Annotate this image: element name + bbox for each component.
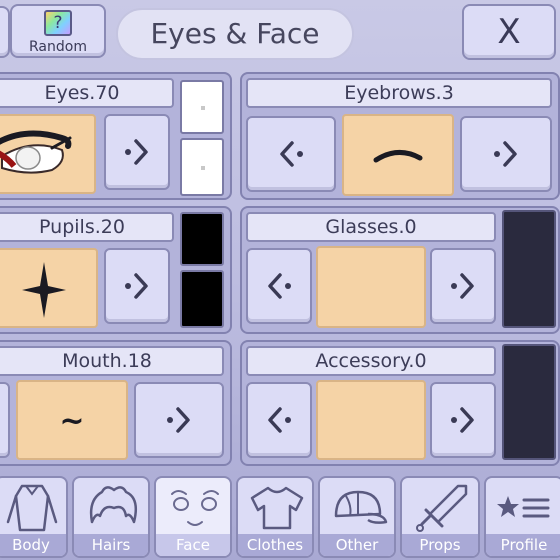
chevron-right-icon	[167, 407, 190, 433]
glasses-title: Glasses.0	[246, 212, 496, 242]
chevron-left-icon	[268, 407, 291, 433]
eyebrows-title: Eyebrows.3	[246, 78, 552, 108]
chevron-right-icon	[125, 273, 148, 299]
mouth-icon: ~	[59, 404, 85, 439]
chevron-right-icon	[451, 273, 474, 299]
chevron-left-icon	[280, 141, 303, 167]
mouth-prev-button-partial[interactable]	[0, 382, 10, 458]
glasses-color-swatch[interactable]	[502, 210, 556, 328]
tab-props[interactable]: Props	[400, 476, 480, 558]
close-button[interactable]: X	[462, 4, 556, 60]
chevron-right-icon	[125, 139, 148, 165]
tab-hairs[interactable]: Hairs	[72, 476, 150, 558]
star-pupil-icon	[22, 262, 66, 318]
tab-label: Hairs	[74, 534, 148, 556]
accessory-preview[interactable]	[316, 380, 426, 460]
eye-icon	[0, 130, 72, 174]
random-button[interactable]: ? Random	[10, 4, 106, 58]
tab-label: Face	[156, 534, 230, 556]
glasses-prev-button[interactable]	[246, 248, 312, 324]
page-title-box: Eyes & Face	[116, 8, 354, 60]
accessory-title: Accessory.0	[246, 346, 496, 376]
tab-clothes[interactable]: Clothes	[236, 476, 314, 558]
chevron-right-icon	[451, 407, 474, 433]
eyes-title: Eyes.70	[0, 78, 174, 108]
shirt-icon	[250, 486, 304, 530]
tab-body[interactable]: Body	[0, 476, 68, 558]
tab-label: Other	[320, 534, 394, 556]
random-label: Random	[29, 39, 87, 55]
tab-face[interactable]: Face	[154, 476, 232, 558]
glasses-preview[interactable]	[316, 246, 426, 328]
hair-icon	[89, 486, 137, 524]
mouth-next-button[interactable]	[134, 382, 224, 458]
random-icon-glyph: ?	[53, 13, 63, 33]
tab-other[interactable]: Other	[318, 476, 396, 558]
glasses-next-button[interactable]	[430, 248, 496, 324]
tab-label: Clothes	[238, 534, 312, 556]
eyebrows-next-button[interactable]	[460, 116, 552, 192]
pupil-color-swatch-1[interactable]	[180, 212, 224, 266]
pupil-color-swatch-2[interactable]	[180, 270, 224, 328]
pupils-preview[interactable]	[0, 248, 98, 328]
eyebrow-icon	[373, 150, 423, 163]
eyes-preview[interactable]	[0, 114, 96, 194]
eye-color-swatch-2[interactable]	[180, 138, 224, 196]
mouth-preview[interactable]: ~	[16, 380, 128, 460]
page-title: Eyes & Face	[150, 17, 320, 50]
close-icon: X	[497, 12, 521, 52]
tab-label: Props	[402, 534, 478, 556]
pupils-next-button[interactable]	[104, 248, 170, 324]
star-list-icon	[497, 496, 550, 518]
tab-label: Profile	[486, 534, 560, 556]
sword-icon	[416, 484, 468, 532]
tab-label: Body	[0, 534, 66, 556]
accessory-next-button[interactable]	[430, 382, 496, 458]
chevron-right-icon	[494, 141, 517, 167]
accessory-prev-button[interactable]	[246, 382, 312, 458]
body-icon	[6, 484, 58, 532]
eyebrows-preview[interactable]	[342, 114, 454, 196]
tab-profile[interactable]: Profile	[484, 476, 560, 558]
mouth-title: Mouth.18	[0, 346, 224, 376]
eye-color-swatch-1[interactable]	[180, 80, 224, 134]
eyes-next-button[interactable]	[104, 114, 170, 190]
chevron-left-icon	[268, 273, 291, 299]
pupils-title: Pupils.20	[0, 212, 174, 242]
eyebrows-prev-button[interactable]	[246, 116, 336, 192]
cap-icon	[334, 490, 388, 524]
back-button-partial[interactable]	[0, 6, 10, 58]
face-icon	[171, 490, 219, 526]
accessory-color-swatch[interactable]	[502, 344, 556, 460]
random-icon: ?	[44, 10, 72, 36]
